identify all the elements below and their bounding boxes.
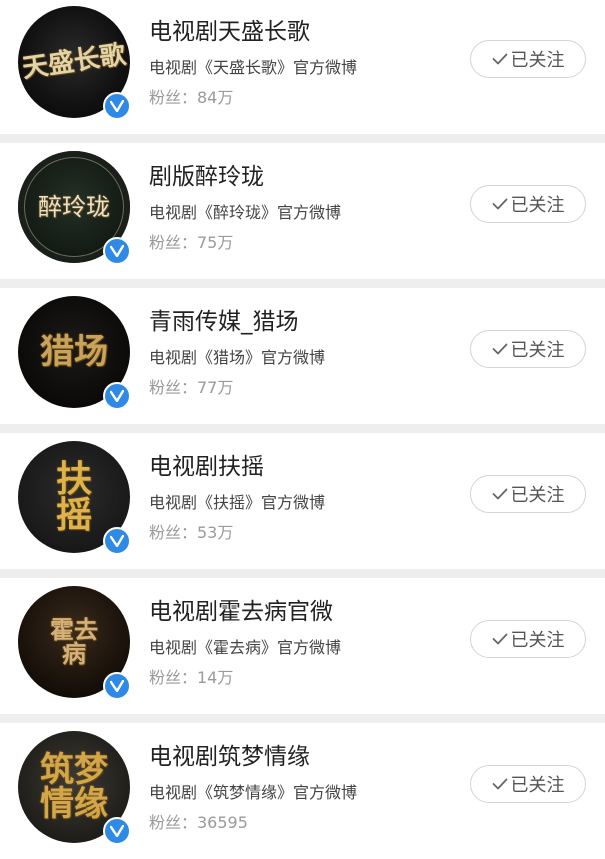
fans-count: 粉丝：84万 bbox=[149, 88, 234, 107]
account-row[interactable]: 天盛长歌 电视剧天盛长歌 电视剧《天盛长歌》官方微博 粉丝：84万 已关注 bbox=[0, 0, 605, 134]
followed-button[interactable]: 已关注 bbox=[470, 620, 586, 658]
followed-label: 已关注 bbox=[510, 775, 565, 796]
check-icon bbox=[492, 633, 508, 645]
account-row[interactable]: 霍去病 电视剧霍去病官微 电视剧《霍去病》官方微博 粉丝：14万 已关注 bbox=[0, 578, 605, 714]
avatar-calligraphy: 猎场 bbox=[40, 332, 108, 372]
account-row[interactable]: 扶摇 电视剧扶摇 电视剧《扶摇》官方微博 粉丝：53万 已关注 bbox=[0, 433, 605, 569]
account-description: 电视剧《醉玲珑》官方微博 bbox=[149, 203, 342, 222]
check-icon bbox=[492, 488, 508, 500]
followed-label: 已关注 bbox=[510, 50, 565, 71]
avatar-wrap[interactable]: 扶摇 bbox=[18, 441, 131, 555]
account-name[interactable]: 电视剧扶摇 bbox=[149, 447, 264, 481]
account-row[interactable]: 筑梦情缘 电视剧筑梦情缘 电视剧《筑梦情缘》官方微博 粉丝：36595 已关注 bbox=[0, 723, 605, 859]
avatar-calligraphy: 筑梦情缘 bbox=[40, 750, 108, 824]
verified-icon bbox=[103, 817, 131, 845]
account-name[interactable]: 电视剧霍去病官微 bbox=[149, 592, 333, 626]
avatar-calligraphy: 霍去病 bbox=[50, 615, 98, 668]
verified-icon bbox=[103, 92, 131, 120]
followed-button[interactable]: 已关注 bbox=[470, 765, 586, 803]
account-name[interactable]: 剧版醉玲珑 bbox=[149, 157, 264, 191]
verified-icon bbox=[103, 382, 131, 410]
avatar-wrap[interactable]: 猎场 bbox=[18, 296, 131, 410]
verified-icon bbox=[103, 527, 131, 555]
avatar-calligraphy: 醉玲珑 bbox=[38, 193, 110, 221]
followed-button[interactable]: 已关注 bbox=[470, 40, 586, 78]
avatar-wrap[interactable]: 天盛长歌 bbox=[18, 6, 131, 120]
fans-count: 粉丝：14万 bbox=[149, 668, 234, 687]
avatar-calligraphy: 扶摇 bbox=[55, 458, 92, 536]
account-name[interactable]: 电视剧筑梦情缘 bbox=[149, 737, 310, 771]
fans-count: 粉丝：53万 bbox=[149, 523, 234, 542]
verified-icon bbox=[103, 672, 131, 700]
check-icon bbox=[492, 778, 508, 790]
followed-label: 已关注 bbox=[510, 195, 565, 216]
account-name[interactable]: 电视剧天盛长歌 bbox=[149, 12, 310, 46]
account-list: 天盛长歌 电视剧天盛长歌 电视剧《天盛长歌》官方微博 粉丝：84万 已关注 醉玲… bbox=[0, 0, 605, 859]
followed-button[interactable]: 已关注 bbox=[470, 330, 586, 368]
account-description: 电视剧《猎场》官方微博 bbox=[149, 348, 326, 367]
followed-label: 已关注 bbox=[510, 485, 565, 506]
followed-label: 已关注 bbox=[510, 630, 565, 651]
fans-count: 粉丝：75万 bbox=[149, 233, 234, 252]
check-icon bbox=[492, 53, 508, 65]
fans-count: 粉丝：77万 bbox=[149, 378, 234, 397]
avatar-wrap[interactable]: 霍去病 bbox=[18, 586, 131, 700]
avatar-wrap[interactable]: 醉玲珑 bbox=[18, 151, 131, 265]
account-description: 电视剧《扶摇》官方微博 bbox=[149, 493, 326, 512]
check-icon bbox=[492, 343, 508, 355]
account-description: 电视剧《筑梦情缘》官方微博 bbox=[149, 783, 358, 802]
account-row[interactable]: 猎场 青雨传媒_猎场 电视剧《猎场》官方微博 粉丝：77万 已关注 bbox=[0, 288, 605, 424]
account-description: 电视剧《霍去病》官方微博 bbox=[149, 638, 342, 657]
account-description: 电视剧《天盛长歌》官方微博 bbox=[149, 58, 358, 77]
avatar-calligraphy: 天盛长歌 bbox=[20, 39, 128, 85]
account-name[interactable]: 青雨传媒_猎场 bbox=[149, 302, 299, 336]
avatar-wrap[interactable]: 筑梦情缘 bbox=[18, 731, 131, 845]
followed-label: 已关注 bbox=[510, 340, 565, 361]
check-icon bbox=[492, 198, 508, 210]
followed-button[interactable]: 已关注 bbox=[470, 475, 586, 513]
account-row[interactable]: 醉玲珑 剧版醉玲珑 电视剧《醉玲珑》官方微博 粉丝：75万 已关注 bbox=[0, 143, 605, 279]
followed-button[interactable]: 已关注 bbox=[470, 185, 586, 223]
fans-count: 粉丝：36595 bbox=[149, 813, 248, 832]
verified-icon bbox=[103, 237, 131, 265]
